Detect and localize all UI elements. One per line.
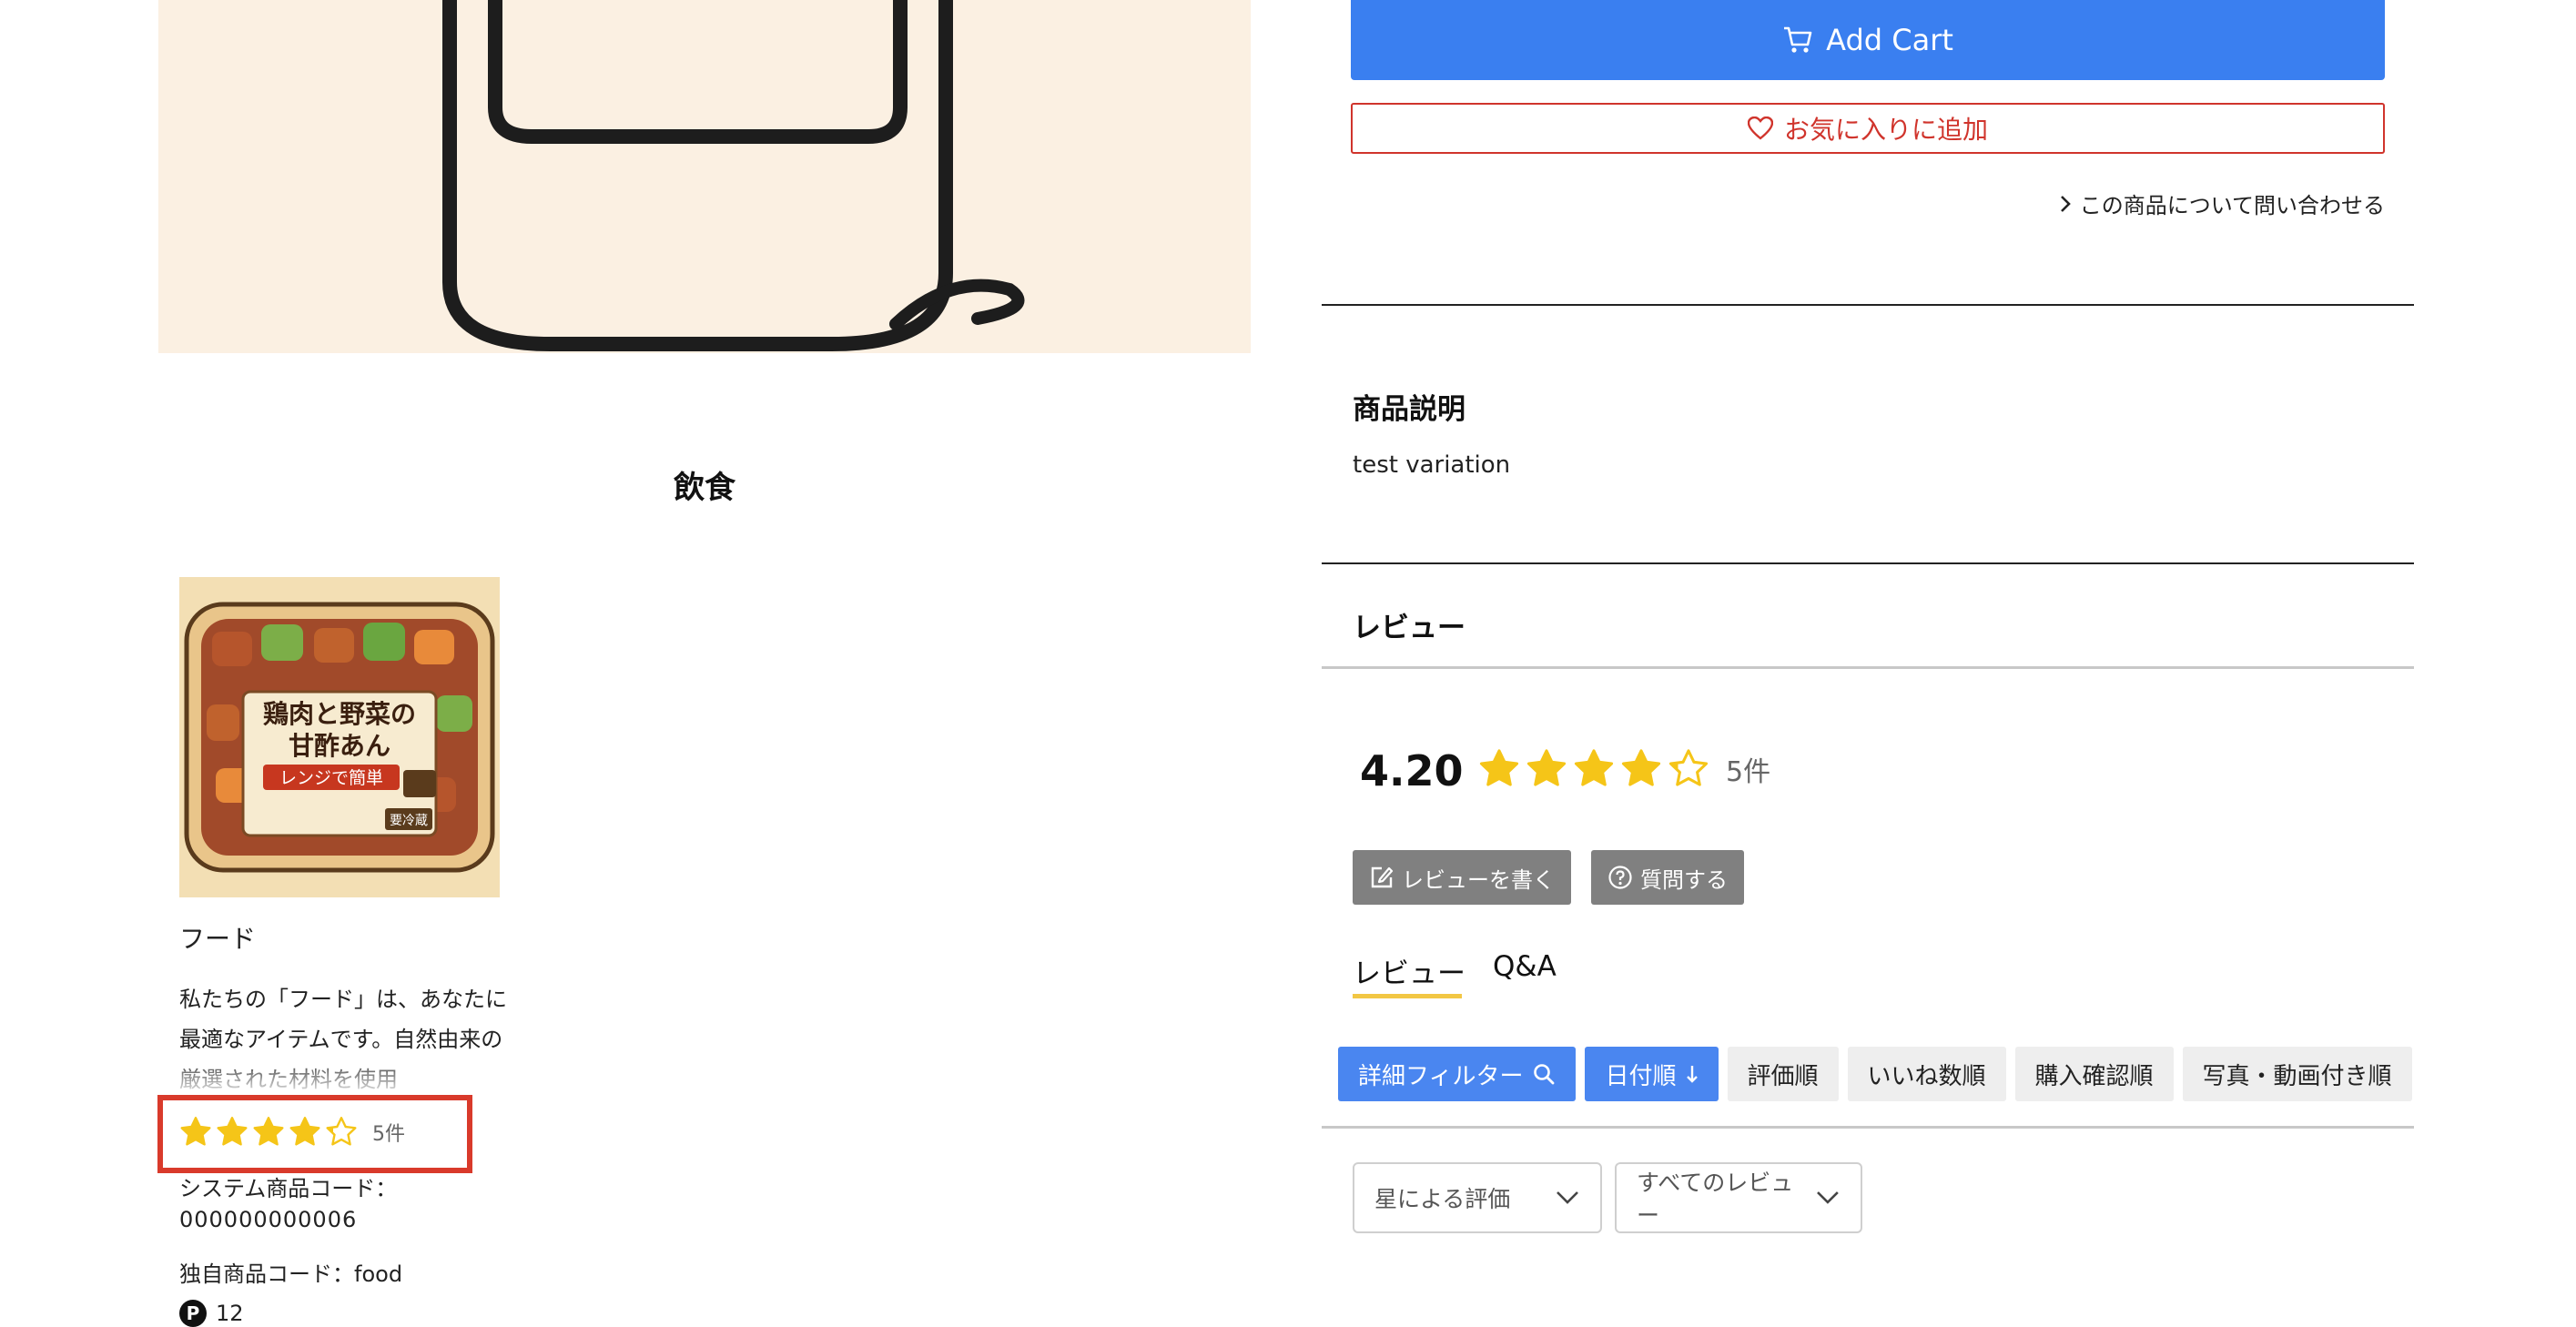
question-icon (1608, 866, 1632, 889)
sort-likes-button[interactable]: いいね数順 (1847, 1047, 2006, 1101)
inquiry-link[interactable]: この商品について問い合わせる (2060, 187, 2385, 219)
chevron-down-icon (1557, 1191, 1578, 1204)
points-value: 12 (216, 1301, 244, 1326)
inquiry-label: この商品について問い合わせる (2079, 193, 2385, 218)
sort-verified-button[interactable]: 購入確認順 (2014, 1047, 2174, 1101)
search-icon (1534, 1064, 1555, 1085)
favorite-button[interactable]: お気に入りに追加 (1351, 103, 2385, 154)
chevron-right-icon (2060, 195, 2071, 212)
review-count: 5件 (372, 1123, 405, 1146)
description-text: test variation (1353, 451, 1511, 479)
divider (1322, 304, 2414, 306)
system-code-value: 000000000006 (179, 1207, 358, 1232)
active-tab-indicator (1353, 994, 1462, 998)
description-fade (179, 1056, 507, 1092)
product-card-name[interactable]: フード (179, 919, 256, 956)
sort-media-label: 写真・動画付き順 (2202, 1062, 2392, 1090)
tab-qa[interactable]: Q&A (1493, 950, 1557, 983)
cart-icon (1784, 26, 1812, 53)
product-card-image[interactable]: 鶏肉と野菜の 甘酢あん レンジで簡単 要冷蔵 (179, 577, 500, 897)
ask-question-button[interactable]: 質問する (1591, 850, 1744, 905)
star-icon (289, 1117, 320, 1146)
system-code-label: システム商品コード： (179, 1176, 398, 1201)
sort-rating-button[interactable]: 評価順 (1727, 1047, 1839, 1101)
reviews-heading: レビュー (1353, 612, 1465, 644)
category-title: 飲食 (674, 470, 735, 506)
star-rating-select-value: 星による評価 (1374, 1186, 1511, 1212)
star-rating-icon (1478, 748, 1709, 790)
star-icon (1574, 749, 1614, 786)
sort-date-button[interactable]: 日付順 (1585, 1047, 1719, 1101)
jar-illustration (442, 0, 1025, 351)
edit-icon (1371, 866, 1394, 888)
sort-filter-bar: 詳細フィルター 日付順 評価順 いいね数順 購入確認順 写真・動画付き順 (1338, 1047, 2412, 1101)
detail-filter-button[interactable]: 詳細フィルター (1338, 1047, 1577, 1101)
sort-likes-label: いいね数順 (1867, 1062, 1986, 1090)
heart-icon (1747, 116, 1773, 140)
star-icon (180, 1117, 211, 1146)
arrow-down-icon (1686, 1066, 1698, 1083)
review-type-select[interactable]: すべてのレビュー (1615, 1162, 1862, 1233)
divider (1322, 666, 2414, 669)
own-product-code: 独自商品コード：food (179, 1261, 403, 1287)
divider (1322, 562, 2414, 564)
detail-filter-label: 詳細フィルター (1358, 1062, 1524, 1090)
svg-text:鶏肉と野菜の: 鶏肉と野菜の (263, 699, 416, 729)
svg-text:要冷蔵: 要冷蔵 (390, 814, 428, 828)
product-card-rating: 5件 (179, 1116, 405, 1149)
add-cart-button[interactable]: Add Cart (1351, 0, 2385, 80)
svg-text:甘酢あん: 甘酢あん (289, 731, 390, 761)
description-heading: 商品説明 (1353, 393, 1465, 426)
tab-reviews[interactable]: レビュー (1353, 950, 1465, 991)
sort-rating-label: 評価順 (1747, 1062, 1819, 1090)
svg-text:レンジで簡単: レンジで簡単 (279, 768, 383, 788)
star-icon (253, 1117, 284, 1146)
write-review-button[interactable]: レビューを書く (1353, 850, 1571, 905)
star-icon (326, 1117, 357, 1146)
chevron-down-icon (1817, 1191, 1839, 1204)
write-review-label: レビューを書く (1402, 866, 1555, 893)
star-icon (1668, 749, 1709, 786)
reviews-count: 5件 (1726, 756, 1771, 788)
divider (1322, 1126, 2414, 1129)
star-icon (1479, 749, 1519, 786)
favorite-label: お気に入りに追加 (1783, 115, 1988, 145)
star-icon (217, 1117, 248, 1146)
review-type-select-value: すべてのレビュー (1637, 1170, 1794, 1229)
ask-question-label: 質問する (1640, 866, 1728, 893)
star-rating-icon (179, 1116, 358, 1149)
sort-media-button[interactable]: 写真・動画付き順 (2182, 1047, 2412, 1101)
sort-date-label: 日付順 (1605, 1062, 1677, 1090)
average-rating: 4.20 (1360, 746, 1464, 795)
star-icon (1526, 749, 1567, 786)
star-rating-select[interactable]: 星による評価 (1353, 1162, 1602, 1233)
add-cart-label: Add Cart (1826, 23, 1953, 57)
product-main-image (158, 0, 1251, 353)
sort-verified-label: 購入確認順 (2034, 1062, 2154, 1090)
star-icon (1621, 749, 1661, 786)
average-rating-stars: 5件 (1478, 748, 1770, 790)
